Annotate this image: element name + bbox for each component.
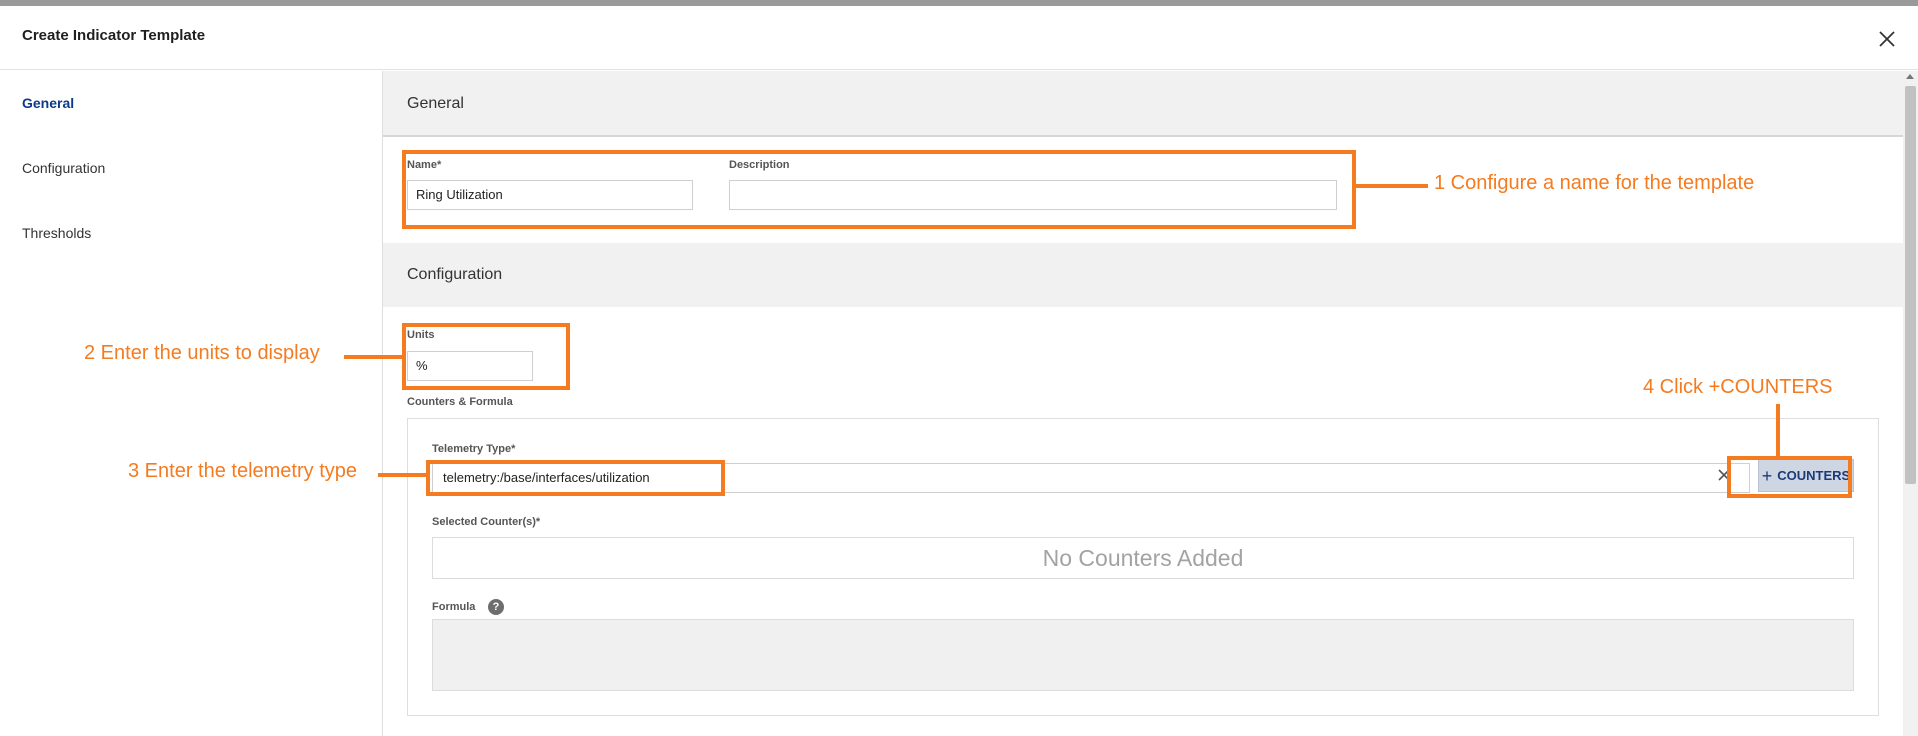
callout-step-3: 3 Enter the telemetry type (128, 460, 358, 482)
configuration-section-header: Configuration (383, 243, 1903, 307)
leader-line-4 (1776, 404, 1780, 456)
telemetry-type-label: Telemetry Type* (432, 443, 516, 455)
name-input[interactable]: Ring Utilization (407, 180, 693, 210)
general-section-header: General (383, 71, 1903, 137)
leader-line-3 (378, 473, 426, 477)
units-label: Units (407, 329, 435, 341)
formula-input[interactable] (432, 619, 1854, 691)
callout-step-4: 4 Click +COUNTERS (1643, 376, 1833, 398)
dialog-title: Create Indicator Template (22, 27, 206, 44)
callout-step-2: 2 Enter the units to display (84, 342, 320, 364)
left-nav: General Configuration Thresholds (0, 71, 383, 736)
general-section-title: General (407, 95, 464, 112)
add-counters-button-label: COUNTERS (1777, 468, 1851, 483)
leader-line-2 (344, 355, 402, 359)
vertical-scrollbar[interactable] (1903, 71, 1918, 736)
selected-counters-list: No Counters Added (432, 537, 1854, 579)
description-input[interactable] (729, 180, 1337, 210)
name-label: Name* (407, 159, 442, 171)
nav-item-thresholds[interactable]: Thresholds (22, 225, 91, 241)
units-input[interactable]: % (407, 351, 533, 381)
counters-formula-panel: Telemetry Type* telemetry:/base/interfac… (407, 418, 1879, 716)
counters-formula-label: Counters & Formula (407, 396, 513, 408)
leader-line-1 (1356, 184, 1428, 188)
scroll-thumb[interactable] (1905, 86, 1916, 484)
close-button[interactable] (1874, 26, 1900, 52)
description-label: Description (729, 159, 790, 171)
nav-item-general[interactable]: General (22, 95, 74, 111)
telemetry-type-input[interactable]: telemetry:/base/interfaces/utilization (432, 463, 1750, 493)
clear-telemetry-button[interactable] (1716, 467, 1732, 483)
help-icon[interactable]: ? (488, 599, 504, 615)
clear-icon (1718, 469, 1730, 481)
formula-label: Formula (432, 601, 476, 613)
dialog-header: Create Indicator Template (0, 6, 1918, 70)
configuration-section-title: Configuration (407, 266, 503, 283)
close-icon (1879, 31, 1895, 47)
scroll-up-arrow[interactable] (1906, 74, 1914, 79)
callout-step-1: 1 Configure a name for the template (1434, 172, 1755, 194)
plus-icon: + (1761, 465, 1773, 486)
selected-counters-label: Selected Counter(s)* (432, 516, 541, 528)
main-content: General Name* Ring Utilization Descripti… (383, 71, 1903, 736)
nav-item-configuration[interactable]: Configuration (22, 160, 105, 176)
add-counters-button[interactable]: + COUNTERS (1758, 459, 1854, 492)
